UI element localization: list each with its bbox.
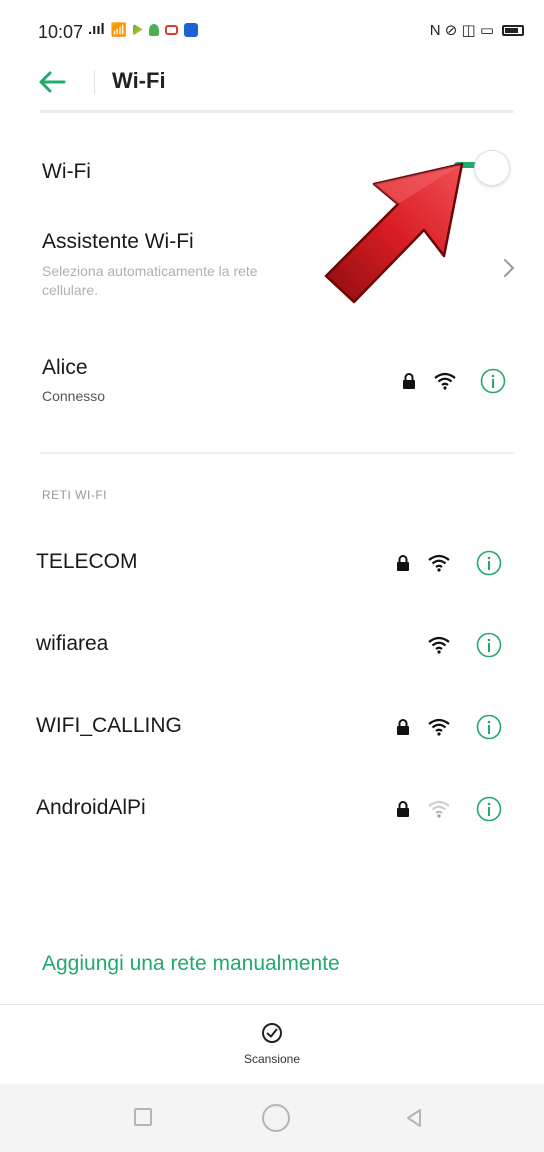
network-icons-wifiarea: [428, 632, 502, 658]
wifi-signal-icon: [428, 554, 450, 572]
page-title: Wi-Fi: [112, 68, 166, 93]
wifi-toggle-label: Wi-Fi: [42, 160, 91, 183]
wifi-signal-icon: [428, 718, 450, 736]
network-name: Alice: [42, 356, 88, 379]
toggle-knob: [474, 150, 510, 186]
description-text-3: cellulare.: [42, 282, 99, 298]
info-icon[interactable]: [476, 550, 502, 576]
lock-icon: [397, 801, 409, 817]
battery-icon: [502, 24, 524, 36]
description-text-1: Seleziona automaticamente la rete: [42, 263, 258, 279]
network-name: wifiarea: [36, 632, 109, 655]
play-store-icon: [132, 23, 143, 36]
nfc-vibrate-battery-icons: N ⊘ ◫ ▭: [429, 22, 494, 39]
status-left-icons: .ııl 📶: [88, 21, 198, 38]
info-icon[interactable]: [476, 714, 502, 740]
system-nav-bar: [0, 1084, 544, 1152]
wifi-status-icon: 📶: [110, 21, 127, 37]
network-icons-telecom: [396, 550, 502, 576]
home-button[interactable]: [262, 1104, 290, 1132]
info-icon[interactable]: [476, 796, 502, 822]
network-status: Connesso: [42, 388, 106, 404]
lock-icon: [403, 373, 415, 389]
status-bar: 10:07 .ııl 📶 N ⊘ ◫ ▭: [0, 0, 544, 62]
lock-icon: [397, 555, 409, 571]
wifi-weak-signal-icon: [428, 800, 450, 818]
recents-button[interactable]: [134, 1108, 152, 1126]
chevron-right-icon: [504, 259, 515, 277]
header-separator: [94, 70, 95, 94]
status-right-icons: N ⊘ ◫ ▭: [430, 21, 524, 39]
connected-network-icons: [402, 368, 506, 394]
network-icons-androidalpi: [396, 796, 502, 822]
wifi-signal-icon: [434, 372, 456, 390]
scan-button[interactable]: Scansione: [232, 1022, 312, 1074]
network-name: WIFI_CALLING: [36, 714, 182, 737]
signal-icon: .ııl: [88, 21, 105, 38]
lock-icon: [397, 719, 409, 735]
back-button[interactable]: [38, 64, 78, 100]
app-icon: [183, 22, 198, 37]
wifi-signal-icon: [428, 636, 450, 654]
info-icon[interactable]: [476, 632, 502, 658]
scan-icon: [262, 1023, 282, 1043]
info-icon[interactable]: [480, 368, 506, 394]
add-network-link[interactable]: Aggiungi una rete manualmente: [42, 952, 340, 976]
back-nav-button[interactable]: [400, 1104, 428, 1132]
scan-label: Scansione: [243, 1052, 301, 1066]
back-arrow-icon: [39, 71, 66, 93]
wifi-assistant-description: Seleziona automaticamente la rete rete c…: [42, 262, 462, 300]
header-underline: [40, 110, 514, 113]
notification-icon: [148, 23, 159, 36]
wifi-assistant-title: Assistente Wi-Fi: [42, 230, 194, 253]
wifi-toggle-switch[interactable]: [448, 148, 514, 188]
app-header: Wi-Fi: [0, 62, 544, 110]
network-icons-wifi-calling: [396, 714, 502, 740]
description-text-2: rete: [335, 263, 360, 279]
gmail-icon: [164, 24, 178, 35]
bottom-divider: [0, 1004, 544, 1005]
network-name: AndroidAlPi: [36, 796, 146, 819]
section-label-networks: RETI WI-FI: [42, 488, 107, 502]
section-divider: [40, 452, 514, 454]
status-time: 10:07: [38, 22, 84, 42]
network-name: TELECOM: [36, 550, 138, 573]
